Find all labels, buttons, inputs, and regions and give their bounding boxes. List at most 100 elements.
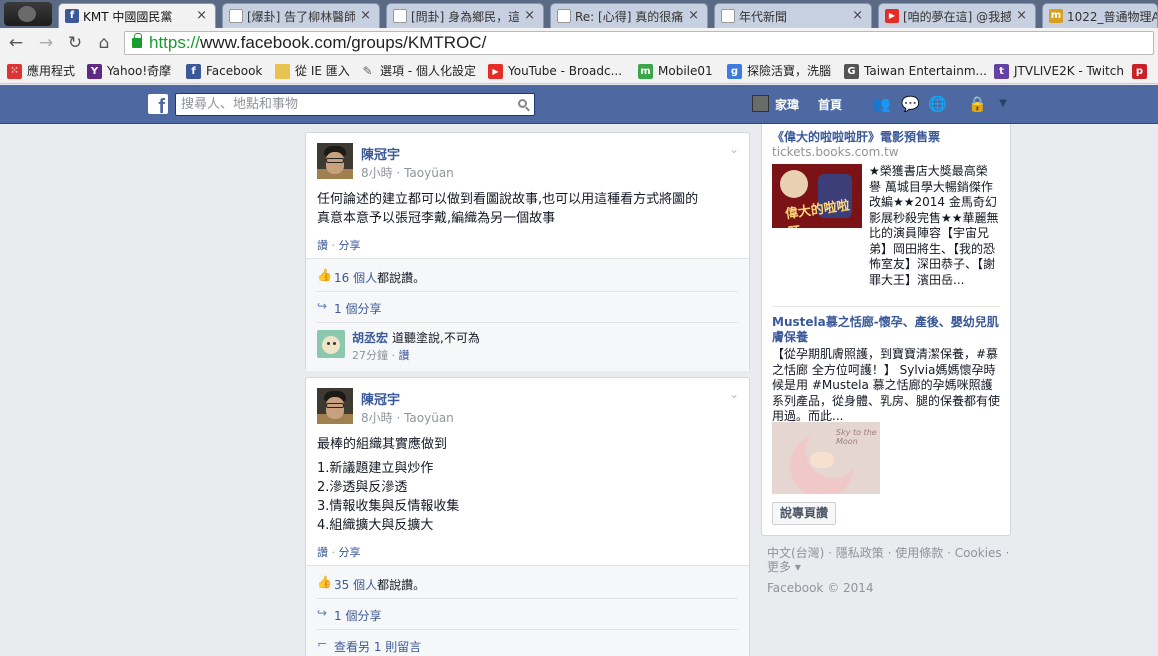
bookmark-apps[interactable]: ⁙ 應用程式 bbox=[7, 62, 75, 80]
author-avatar[interactable] bbox=[317, 143, 353, 179]
commenter-name-link[interactable]: 胡丞宏 bbox=[352, 331, 388, 345]
shares-row: ↪ 1 個分享 bbox=[317, 599, 738, 630]
bookmark-taiwan-ent[interactable]: G Taiwan Entertainm... bbox=[844, 62, 987, 80]
likes-row: 👍 16 個人都說讚。 bbox=[317, 261, 738, 292]
author-avatar[interactable] bbox=[317, 388, 353, 424]
tab-kmt[interactable]: f KMT 中國國民黨 × bbox=[58, 3, 216, 28]
tab-label: [問卦] 身為鄉民，這 bbox=[411, 9, 519, 24]
facebook-logo-icon[interactable]: f bbox=[148, 94, 168, 114]
footer-more[interactable]: 更多 ▾ bbox=[767, 560, 1012, 574]
bookmark-mobile01[interactable]: m Mobile01 bbox=[638, 62, 713, 80]
bookmarks-bar: ⁙ 應用程式 Y Yahoo!奇摩 f Facebook 從 IE 匯入 ✎ 選… bbox=[0, 58, 1158, 84]
comment-like-link[interactable]: 讚 bbox=[399, 349, 410, 362]
shares-link[interactable]: 1 個分享 bbox=[334, 609, 381, 623]
commenter-avatar[interactable] bbox=[317, 330, 345, 358]
thumbs-up-icon: 👍 bbox=[317, 268, 332, 282]
comment-time[interactable]: 27分鐘 bbox=[352, 349, 388, 362]
home-icon[interactable]: ⌂ bbox=[93, 32, 115, 54]
folder-icon bbox=[275, 63, 290, 79]
close-tab-icon[interactable]: × bbox=[852, 8, 863, 23]
notifications-globe-icon[interactable]: 🌐 bbox=[928, 96, 947, 112]
likes-count-link[interactable]: 35 個人 bbox=[334, 578, 377, 592]
post-actions: 讚 · 分享 bbox=[317, 239, 361, 252]
tab-label: [咱的夢在這] @我撼 bbox=[903, 9, 1011, 24]
home-link[interactable]: 首頁 bbox=[818, 96, 842, 113]
moodle-icon: m bbox=[1049, 9, 1063, 23]
address-bar[interactable]: https://www.facebook.com/groups/KMTROC/ bbox=[124, 31, 1154, 55]
close-tab-icon[interactable]: × bbox=[524, 8, 535, 23]
view-more-comments-link[interactable]: 查看另 1 則留言 bbox=[334, 640, 421, 654]
comment-bubble-icon: ⌐ bbox=[317, 637, 328, 651]
ad-title-link[interactable]: 《偉大的啦啦啦肝》電影預售票 bbox=[772, 130, 1002, 145]
close-tab-icon[interactable]: × bbox=[688, 8, 699, 23]
footer-copyright: Facebook © 2014 bbox=[767, 581, 874, 595]
back-arrow-icon[interactable]: ← bbox=[5, 32, 27, 54]
privacy-shortcuts-icon[interactable]: 🔒 bbox=[968, 96, 987, 112]
share-link[interactable]: 分享 bbox=[339, 546, 361, 559]
facebook-header: f 家瑋 首頁 👥 💬 🌐 🔒 ▼ bbox=[0, 85, 1158, 124]
shares-row: ↪ 1 個分享 bbox=[317, 292, 738, 323]
share-link[interactable]: 分享 bbox=[339, 239, 361, 252]
post-body: 最棒的組織其實應做到 1.新議題建立與炒作 2.滲透與反滲透 3.情報收集與反情… bbox=[317, 435, 459, 535]
bookmark-facebook[interactable]: f Facebook bbox=[186, 62, 262, 80]
like-link[interactable]: 讚 bbox=[317, 546, 328, 559]
tab-youtube[interactable]: ▶ [咱的夢在這] @我撼 × bbox=[878, 3, 1036, 28]
close-tab-icon[interactable]: × bbox=[196, 8, 207, 23]
reload-icon[interactable]: ↻ bbox=[64, 32, 86, 54]
close-tab-icon[interactable]: × bbox=[360, 8, 371, 23]
tab-news[interactable]: 年代新聞 × bbox=[714, 3, 872, 28]
bookmark-yahoo[interactable]: Y Yahoo!奇摩 bbox=[87, 62, 171, 80]
post-stats: 👍 16 個人都說讚。 ↪ 1 個分享 胡丞宏 道聽塗說,不可為 27分鐘 · 讚 bbox=[306, 258, 749, 371]
ad-domain[interactable]: tickets.books.com.tw bbox=[772, 145, 899, 159]
close-tab-icon[interactable]: × bbox=[1016, 8, 1027, 23]
like-page-button[interactable]: 說專頁讚 bbox=[772, 502, 837, 525]
post-line: 2.滲透與反滲透 bbox=[317, 480, 408, 495]
post-actions: 讚 · 分享 bbox=[317, 546, 361, 559]
bookmark-options[interactable]: ✎ 選項 - 個人化設定 bbox=[360, 62, 476, 80]
tab-ptt-2[interactable]: [問卦] 身為鄉民，這 × bbox=[386, 3, 544, 28]
tab-label: Re: [心得] 真的很痛 bbox=[575, 9, 683, 24]
wrench-icon: ✎ bbox=[362, 63, 373, 78]
post-meta: 8小時 · Taoyüan bbox=[361, 411, 454, 425]
page-icon bbox=[557, 9, 571, 23]
sponsored-column: 《偉大的啦啦啦肝》電影預售票 tickets.books.com.tw 偉大的啦… bbox=[761, 124, 1011, 536]
footer-links[interactable]: 中文(台灣) · 隱私政策 · 使用條款 · Cookies · bbox=[767, 546, 1012, 560]
profile-link[interactable]: 家瑋 bbox=[775, 96, 799, 113]
chevron-down-icon[interactable]: ⌄ bbox=[729, 387, 739, 401]
bookmark-adventure[interactable]: g 探險活寶，洗腦 bbox=[727, 62, 831, 80]
post-author-link[interactable]: 陳冠宇 bbox=[361, 389, 400, 408]
page-icon: G bbox=[844, 63, 859, 79]
bookmark-twitch[interactable]: t JTVLIVE2K - Twitch bbox=[994, 62, 1124, 80]
bookmark-pinterest[interactable]: p bbox=[1132, 62, 1152, 80]
tab-ptt-3[interactable]: Re: [心得] 真的很痛 × bbox=[550, 3, 708, 28]
friend-requests-icon[interactable]: 👥 bbox=[872, 96, 891, 112]
search-icon[interactable] bbox=[518, 99, 527, 108]
tab-ptt-1[interactable]: [爆卦] 告了柳林醫師 × bbox=[222, 3, 380, 28]
page-icon bbox=[229, 9, 243, 23]
account-menu-chevron-icon[interactable]: ▼ bbox=[994, 96, 1012, 112]
chevron-down-icon[interactable]: ⌄ bbox=[729, 142, 739, 156]
post-body: 任何論述的建立都可以做到看圖說故事,也可以用這種看方式將圖的 真意本意予以張冠李… bbox=[317, 190, 698, 228]
tab-label: KMT 中國國民黨 bbox=[83, 9, 173, 24]
ad-description: 【從孕期肌膚照護，到寶寶清潔保養，#慕之恬廊 全方位呵護！】 Sylvia媽媽懷… bbox=[772, 347, 1001, 423]
profile-avatar-icon[interactable] bbox=[4, 2, 52, 26]
likes-count-link[interactable]: 16 個人 bbox=[334, 271, 377, 285]
more-comments-row: ⌐ 查看另 1 則留言 bbox=[317, 630, 738, 656]
tab-physics[interactable]: m 1022_普通物理A( bbox=[1042, 3, 1158, 28]
messages-icon[interactable]: 💬 bbox=[901, 96, 920, 112]
ad-title-link[interactable]: Mustela慕之恬廊-懷孕、產後、嬰幼兒肌膚保養 bbox=[772, 315, 1002, 345]
apps-grid-icon: ⁙ bbox=[7, 63, 22, 79]
youtube-icon: ▶ bbox=[885, 9, 899, 23]
avatar[interactable] bbox=[752, 95, 769, 112]
like-link[interactable]: 讚 bbox=[317, 239, 328, 252]
baby-moon-image[interactable]: Sky to the Moon bbox=[772, 422, 880, 494]
shares-link[interactable]: 1 個分享 bbox=[334, 302, 381, 316]
mobile01-icon: m bbox=[638, 63, 653, 79]
post-author-link[interactable]: 陳冠宇 bbox=[361, 144, 400, 163]
forward-arrow-icon[interactable]: → bbox=[35, 32, 57, 54]
search-input[interactable] bbox=[176, 94, 506, 115]
bookmark-youtube[interactable]: ▶ YouTube - Broadc... bbox=[488, 62, 622, 80]
bookmark-ie-import[interactable]: 從 IE 匯入 bbox=[275, 62, 350, 80]
post-stats: 👍 35 個人都說讚。 ↪ 1 個分享 ⌐ 查看另 1 則留言 bbox=[306, 565, 749, 656]
movie-poster-image[interactable]: 偉大的啦啦肝 bbox=[772, 164, 862, 228]
